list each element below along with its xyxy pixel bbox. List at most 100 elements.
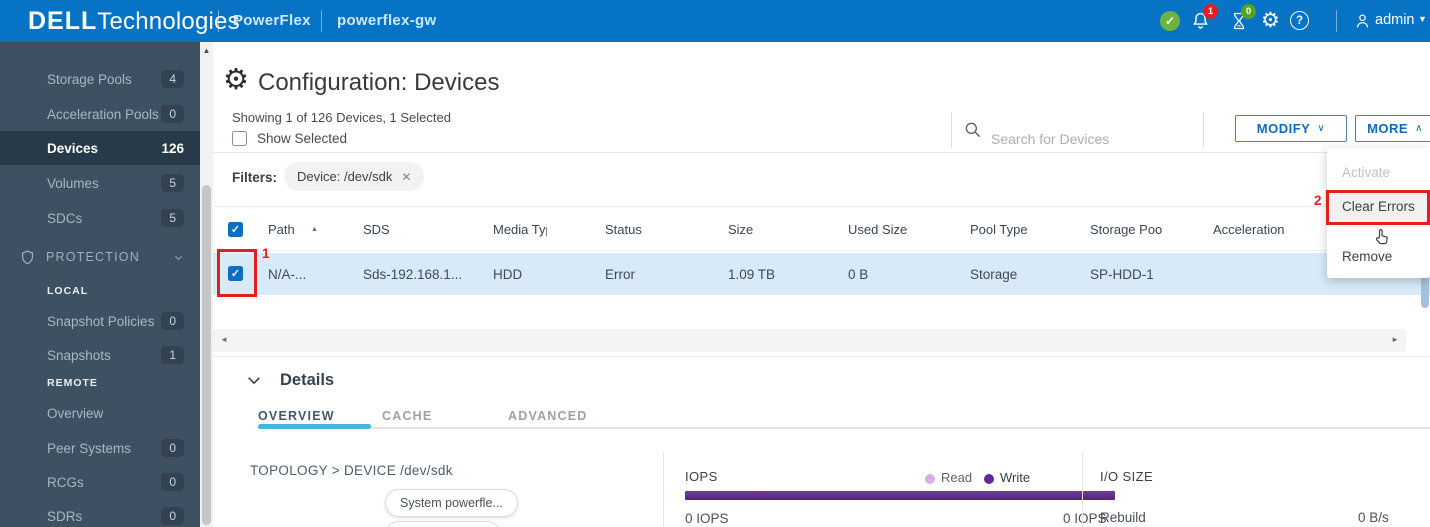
cell-sds: Sds-192.168.1...: [363, 267, 463, 282]
sidebar-item-snapshots[interactable]: Snapshots 1: [0, 338, 200, 372]
sidebar-item-sdcs[interactable]: SDCs 5: [0, 201, 200, 235]
help-icon[interactable]: ?: [1290, 11, 1309, 30]
column-header-path[interactable]: Path: [268, 222, 295, 237]
sidebar-item-snapshot-policies[interactable]: Snapshot Policies 0: [0, 304, 200, 338]
tab-cache[interactable]: CACHE: [382, 409, 432, 423]
sidebar-item-acceleration-pools[interactable]: Acceleration Pools 0: [0, 97, 200, 131]
iops-title: IOPS: [685, 469, 718, 484]
item-count-badge: 0: [161, 439, 184, 457]
read-legend-dot-icon: [925, 474, 935, 484]
column-header-sds[interactable]: SDS: [363, 222, 390, 237]
sidebar-item-peer-systems[interactable]: Peer Systems 0: [0, 431, 200, 465]
settings-gear-icon[interactable]: ⚙: [1261, 8, 1280, 33]
product-name[interactable]: PowerFlex: [233, 12, 311, 29]
topbar-divider: [218, 10, 219, 32]
show-selected-checkbox[interactable]: [232, 131, 247, 146]
sidebar-header-remote: REMOTE: [47, 377, 98, 389]
item-count-badge: 0: [161, 105, 184, 123]
sidebar-item-label: Volumes: [47, 175, 99, 191]
iops-left-value: 0 IOPS: [685, 511, 729, 526]
tab-advanced[interactable]: ADVANCED: [508, 409, 588, 423]
topology-system-node[interactable]: System powerfle...: [385, 489, 518, 517]
sidebar-item-label: Snapshot Policies: [47, 313, 155, 329]
column-header-storage-pool[interactable]: Storage Poo: [1090, 222, 1174, 237]
chevron-up-icon: ∧: [1415, 123, 1423, 134]
column-header-status[interactable]: Status: [605, 222, 642, 237]
menu-item-activate[interactable]: Activate: [1342, 165, 1390, 180]
tab-overview[interactable]: OVERVIEW: [258, 409, 335, 423]
remove-filter-icon[interactable]: ✕: [401, 170, 411, 184]
sidebar-item-devices[interactable]: Devices 126: [0, 131, 200, 165]
cell-used-size: 0 B: [848, 267, 869, 282]
configuration-gear-icon: ⚙: [223, 64, 249, 96]
scroll-up-arrow-icon[interactable]: ▲: [200, 46, 213, 55]
show-selected-label: Show Selected: [257, 131, 348, 146]
column-header-media-type[interactable]: Media Typ: [493, 222, 547, 237]
table-horizontal-scrollbar[interactable]: ◄ ►: [213, 329, 1406, 352]
sidebar-item-label: Peer Systems: [47, 440, 132, 456]
column-header-used-size[interactable]: Used Size: [848, 222, 907, 237]
sidebar-item-storage-pools[interactable]: Storage Pools 4: [0, 62, 200, 96]
sidebar-item-label: Storage Pools: [47, 71, 132, 87]
sidebar-item-label: SDSs: [47, 42, 184, 45]
scroll-left-arrow-icon[interactable]: ◄: [220, 335, 228, 344]
item-count-badge: 0: [161, 507, 184, 525]
sidebar-item-label: SDCs: [47, 210, 83, 226]
chevron-down-icon: ∨: [1317, 123, 1326, 134]
cell-path: N/A-...: [268, 267, 307, 282]
column-header-size[interactable]: Size: [728, 222, 753, 237]
item-count-badge: 4: [161, 70, 184, 88]
protection-label: PROTECTION: [46, 250, 140, 264]
item-count-badge: 0: [161, 312, 184, 330]
dell-technologies-logo[interactable]: DELLTechnologies: [28, 7, 240, 36]
column-header-pool-type[interactable]: Pool Type: [970, 222, 1028, 237]
page-vertical-scrollbar[interactable]: ▲: [200, 42, 213, 527]
sidebar-header-local: LOCAL: [47, 285, 89, 297]
details-title[interactable]: Details: [280, 371, 334, 390]
topology-node-label: System powerfle...: [400, 496, 503, 510]
user-menu-caret-icon[interactable]: ▼: [1418, 14, 1427, 24]
annotation-step-1: 1: [262, 246, 270, 261]
rebuild-label: Rebuild: [1100, 510, 1146, 525]
more-button[interactable]: MORE ∧: [1355, 115, 1430, 142]
details-collapse-chevron-icon[interactable]: [246, 374, 262, 387]
sidebar-item-volumes[interactable]: Volumes 5: [0, 166, 200, 200]
modify-button[interactable]: MODIFY ∨: [1235, 115, 1347, 142]
item-count-badge: 5: [161, 209, 184, 227]
gateway-name[interactable]: powerflex-gw: [337, 12, 436, 29]
sidebar-item-label: Snapshots: [47, 347, 111, 363]
details-top-border: [213, 356, 1430, 357]
sidebar-item-sdrs[interactable]: SDRs 0: [0, 499, 200, 527]
item-count-badge: 0: [161, 473, 184, 491]
header-bottom-border: [213, 250, 1430, 251]
filters-label: Filters:: [232, 170, 278, 185]
user-menu[interactable]: admin: [1375, 12, 1415, 28]
chevron-down-icon: [174, 255, 183, 260]
sidebar-section-protection[interactable]: PROTECTION: [0, 240, 200, 274]
top-navbar: DELLTechnologies PowerFlex powerflex-gw …: [0, 0, 1430, 42]
write-legend-dot-icon: [984, 474, 994, 484]
cell-status: Error: [605, 267, 635, 282]
annotation-box-1: [217, 249, 257, 297]
filter-chip-device[interactable]: Device: /dev/sdk ✕: [284, 162, 425, 191]
select-all-checkbox[interactable]: ✓: [228, 222, 243, 237]
details-column-divider: [1082, 452, 1083, 527]
user-icon: [1353, 11, 1372, 31]
scrollbar-thumb[interactable]: [202, 185, 211, 525]
sidebar-item-overview[interactable]: Overview: [0, 396, 200, 430]
health-ok-icon[interactable]: ✓: [1160, 11, 1180, 31]
topology-child-node[interactable]: [385, 521, 501, 527]
sort-asc-icon[interactable]: ▲: [311, 226, 318, 233]
sidebar-item-rcgs[interactable]: RCGs 0: [0, 465, 200, 499]
search-icon[interactable]: [963, 120, 983, 140]
topology-breadcrumb: TOPOLOGY > DEVICE /dev/sdk: [250, 463, 453, 478]
sidebar-item-sdss[interactable]: SDSs: [0, 42, 200, 54]
menu-item-remove[interactable]: Remove: [1342, 249, 1392, 264]
search-input[interactable]: Search for Devices: [991, 131, 1109, 147]
search-divider: [951, 112, 952, 148]
protection-shield-icon: [21, 249, 34, 264]
item-count-badge: 1: [161, 346, 184, 364]
column-header-acceleration[interactable]: Acceleration: [1213, 222, 1287, 237]
scroll-right-arrow-icon[interactable]: ►: [1391, 335, 1399, 344]
item-count-badge: 5: [161, 174, 184, 192]
